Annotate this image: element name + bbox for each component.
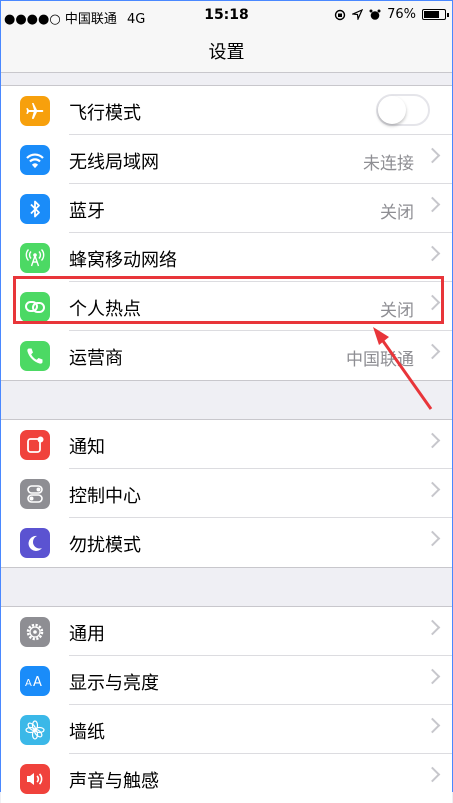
chevron-right-icon xyxy=(424,530,441,547)
page-title: 设置 xyxy=(208,42,245,63)
settings-row-control-center[interactable]: 控制中心 xyxy=(1,469,452,518)
wifi-status: 未连接 xyxy=(363,154,414,174)
settings-row-label: 无线局域网 xyxy=(69,152,159,173)
settings-row-notifications[interactable]: 通知 xyxy=(1,420,452,469)
chevron-right-icon xyxy=(424,766,441,783)
settings-row-airplane-mode[interactable]: 飞行模式 xyxy=(1,86,452,135)
phone-icon xyxy=(20,341,50,371)
airplane-icon xyxy=(20,96,50,126)
svg-text:A: A xyxy=(33,675,42,690)
settings-row-label: 勿扰模式 xyxy=(69,535,141,556)
carrier-value: 中国联通 xyxy=(346,350,414,370)
settings-row-label: 蜂窝移动网络 xyxy=(69,250,177,271)
chevron-right-icon xyxy=(424,343,441,360)
chevron-right-icon xyxy=(424,196,441,213)
svg-text:A: A xyxy=(25,678,32,689)
chevron-right-icon xyxy=(424,245,441,262)
status-indicators: 76% xyxy=(334,7,449,22)
settings-group-connectivity: 飞行模式 无线局域网 未连接 蓝牙 关闭 蜂窝移动网络 个人热点 关闭 运营商 … xyxy=(1,85,452,381)
settings-row-sounds[interactable]: 声音与触感 xyxy=(1,754,452,803)
airplane-mode-toggle[interactable] xyxy=(376,94,430,126)
toggle-knob xyxy=(378,96,406,124)
chevron-right-icon xyxy=(424,717,441,734)
settings-row-label: 控制中心 xyxy=(69,486,141,507)
battery-icon xyxy=(422,9,449,20)
settings-row-label: 通用 xyxy=(69,624,105,645)
chevron-right-icon xyxy=(424,619,441,636)
wifi-icon xyxy=(20,145,50,175)
settings-row-label: 声音与触感 xyxy=(69,771,159,792)
chevron-right-icon xyxy=(424,432,441,449)
settings-row-bluetooth[interactable]: 蓝牙 关闭 xyxy=(1,184,452,233)
settings-row-label: 飞行模式 xyxy=(69,103,141,124)
gear-icon xyxy=(20,617,50,647)
chevron-right-icon xyxy=(424,481,441,498)
settings-row-label: 显示与亮度 xyxy=(69,673,159,694)
alarm-icon xyxy=(369,9,381,21)
sounds-icon xyxy=(20,764,50,794)
notifications-icon xyxy=(20,430,50,460)
chevron-right-icon xyxy=(424,147,441,164)
settings-row-wifi[interactable]: 无线局域网 未连接 xyxy=(1,135,452,184)
wallpaper-icon xyxy=(20,715,50,745)
settings-row-general[interactable]: 通用 xyxy=(1,607,452,656)
highlight-box xyxy=(13,276,444,324)
moon-icon xyxy=(20,528,50,558)
status-bar: ●●●●○ 中国联通 4G 15:18 76% xyxy=(1,1,452,29)
settings-row-label: 墙纸 xyxy=(69,722,105,743)
bluetooth-icon xyxy=(20,194,50,224)
display-brightness-icon: AA xyxy=(20,666,50,696)
settings-row-label: 通知 xyxy=(69,437,105,458)
settings-row-do-not-disturb[interactable]: 勿扰模式 xyxy=(1,518,452,567)
settings-row-display-brightness[interactable]: AA 显示与亮度 xyxy=(1,656,452,705)
location-icon xyxy=(352,9,364,20)
nav-bar: 设置 xyxy=(1,29,452,73)
cellular-icon xyxy=(20,243,50,273)
settings-group-system: 通知 控制中心 勿扰模式 xyxy=(1,419,452,568)
chevron-right-icon xyxy=(424,668,441,685)
lock-rotation-icon xyxy=(334,9,346,21)
settings-row-cellular[interactable]: 蜂窝移动网络 xyxy=(1,233,452,282)
settings-row-label: 运营商 xyxy=(69,348,123,369)
settings-row-wallpaper[interactable]: 墙纸 xyxy=(1,705,452,754)
bluetooth-status: 关闭 xyxy=(380,203,414,223)
settings-row-carrier[interactable]: 运营商 中国联通 xyxy=(1,331,452,380)
control-center-icon xyxy=(20,479,50,509)
settings-row-label: 蓝牙 xyxy=(69,201,105,222)
battery-percent: 76% xyxy=(387,7,416,22)
settings-group-general: 通用 AA 显示与亮度 墙纸 声音与触感 xyxy=(1,606,452,803)
